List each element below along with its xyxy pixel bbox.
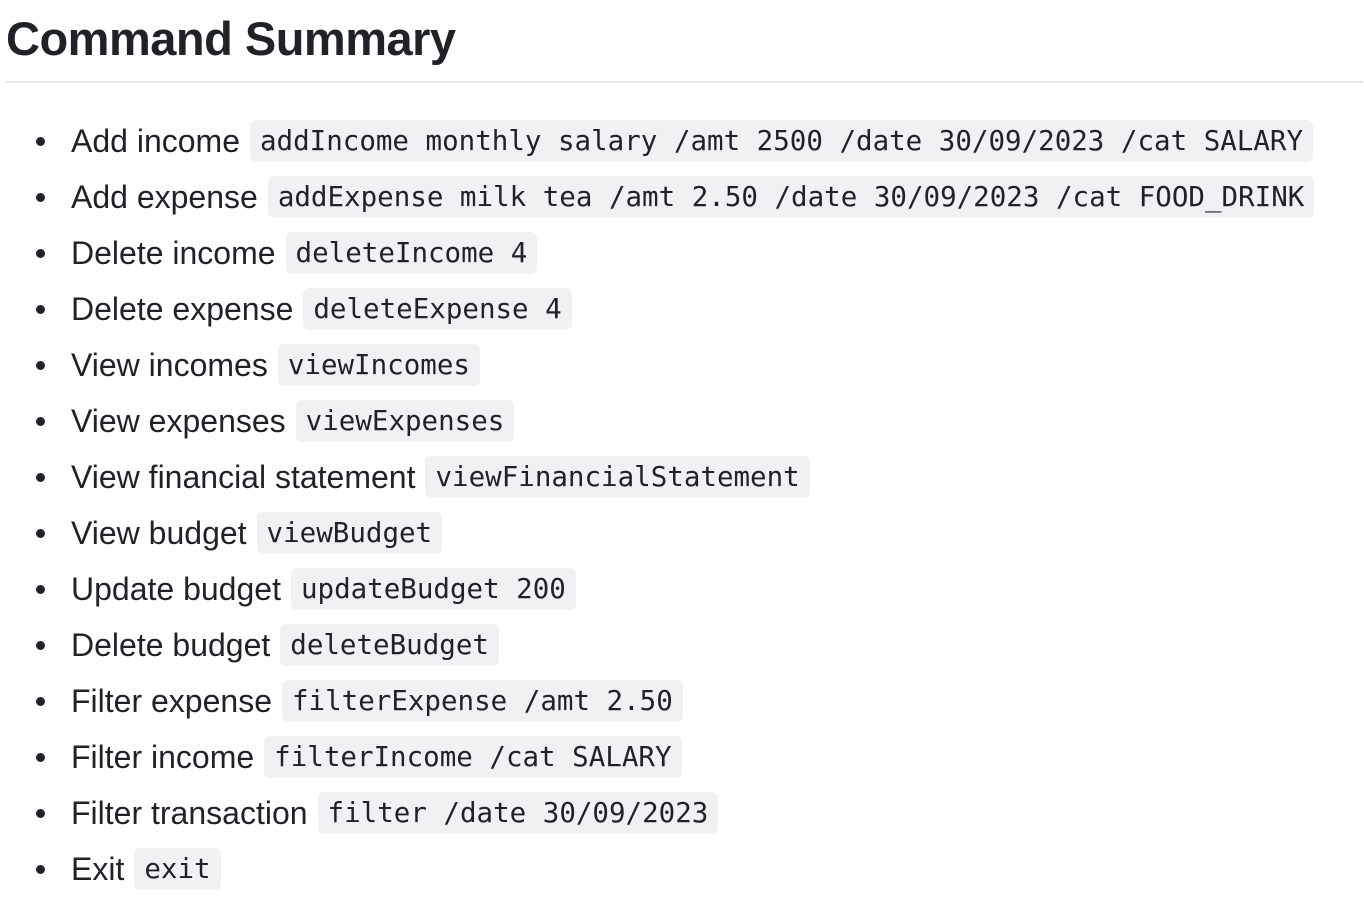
command-code: filter /date 30/09/2023 <box>317 792 719 834</box>
command-code: updateBudget 200 <box>290 568 576 610</box>
list-item: View financial statement viewFinancialSt… <box>0 449 1314 505</box>
command-label: Filter income <box>71 739 255 775</box>
bullet-icon <box>36 809 45 818</box>
list-item: View budget viewBudget <box>0 505 1314 561</box>
command-label: Delete expense <box>71 291 294 327</box>
list-item: Add expense addExpense milk tea /amt 2.5… <box>0 169 1315 225</box>
bullet-icon <box>36 641 45 650</box>
list-item: Update budget updateBudget 200 <box>0 561 1314 617</box>
command-label: View budget <box>71 515 247 551</box>
list-item: Filter expense filterExpense /amt 2.50 <box>0 673 1314 729</box>
command-label: Delete budget <box>71 627 271 663</box>
command-code: filterIncome /cat SALARY <box>264 736 682 778</box>
command-label: Add income <box>71 123 240 159</box>
list-item: Add income addIncome monthly salary /amt… <box>0 113 1314 169</box>
bullet-icon <box>36 753 45 762</box>
command-label: Update budget <box>71 571 281 607</box>
bullet-icon <box>36 697 45 706</box>
list-item: Filter transaction filter /date 30/09/20… <box>0 785 1314 841</box>
command-code: addIncome monthly salary /amt 2500 /date… <box>249 120 1314 162</box>
list-item: Delete income deleteIncome 4 <box>0 225 1314 281</box>
page-title: Command Summary <box>6 12 456 65</box>
command-label: Add expense <box>71 179 258 215</box>
bullet-icon <box>36 193 45 202</box>
command-code: viewFinancialStatement <box>425 456 810 498</box>
command-code: deleteBudget <box>280 624 499 666</box>
command-code: filterExpense /amt 2.50 <box>281 680 683 722</box>
title-divider <box>6 81 1363 83</box>
command-label: Filter expense <box>71 683 272 719</box>
bullet-icon <box>36 249 45 258</box>
list-item: View incomes viewIncomes <box>0 337 1314 393</box>
bullet-icon <box>36 865 45 874</box>
command-code: viewExpenses <box>295 400 515 442</box>
bullet-icon <box>36 361 45 370</box>
list-item: Delete budget deleteBudget <box>0 617 1314 673</box>
list-item: Exit exit <box>0 841 1314 897</box>
command-code: viewBudget <box>256 512 443 554</box>
bullet-icon <box>36 137 45 146</box>
command-label: View financial statement <box>71 459 416 495</box>
command-code: deleteExpense 4 <box>303 288 572 330</box>
command-label: View expenses <box>71 403 286 439</box>
list-item: Filter income filterIncome /cat SALARY <box>0 729 1314 785</box>
command-label: View incomes <box>71 347 268 383</box>
command-code: exit <box>134 848 221 890</box>
document-page: Command Summary Add income addIncome mon… <box>0 0 1364 910</box>
bullet-icon <box>36 473 45 482</box>
bullet-icon <box>36 305 45 314</box>
command-list: Add income addIncome monthly salary /amt… <box>0 113 1315 897</box>
list-item: Delete expense deleteExpense 4 <box>0 281 1314 337</box>
command-code: addExpense milk tea /amt 2.50 /date 30/0… <box>267 176 1315 218</box>
command-code: deleteIncome 4 <box>285 232 538 274</box>
command-label: Exit <box>71 851 125 887</box>
bullet-icon <box>36 585 45 594</box>
list-item: View expenses viewExpenses <box>0 393 1314 449</box>
command-label: Filter transaction <box>71 795 308 831</box>
bullet-icon <box>36 529 45 538</box>
bullet-icon <box>36 417 45 426</box>
command-label: Delete income <box>71 235 276 271</box>
command-code: viewIncomes <box>277 344 480 386</box>
